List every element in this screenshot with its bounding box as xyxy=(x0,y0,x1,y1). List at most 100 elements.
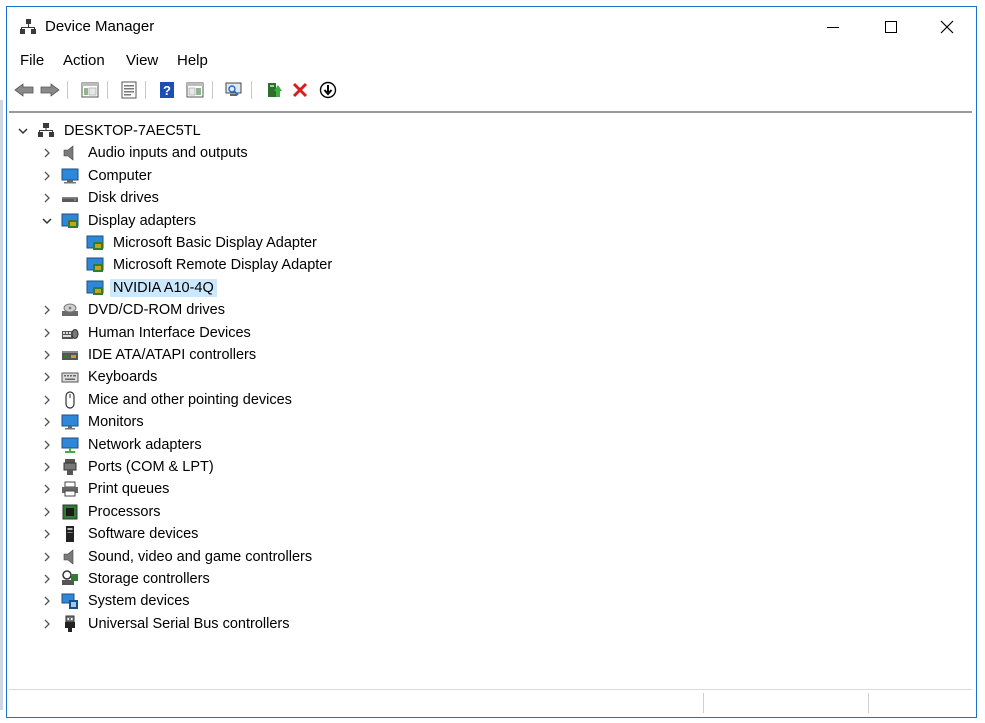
ide-controller-icon xyxy=(61,346,79,364)
tree-category-item[interactable]: Software devices xyxy=(41,523,201,545)
menu-help[interactable]: Help xyxy=(175,52,210,69)
tree-category-item[interactable]: Audio inputs and outputs xyxy=(41,142,251,164)
tree-item-label: Storage controllers xyxy=(88,571,210,587)
forward-button[interactable] xyxy=(39,79,61,101)
tree-category-item[interactable]: System devices xyxy=(41,590,193,612)
expand-chevron-icon[interactable] xyxy=(41,349,53,361)
expand-chevron-icon[interactable] xyxy=(41,147,53,159)
tree-item-label: Network adapters xyxy=(88,436,202,453)
tree-category-item[interactable]: Ports (COM & LPT) xyxy=(41,456,217,478)
toolbar-separator xyxy=(212,81,213,99)
maximize-button[interactable] xyxy=(863,7,919,47)
tree-category-item[interactable]: Disk drives xyxy=(41,187,162,209)
help-icon: ? xyxy=(160,82,174,98)
tree-item-label: Monitors xyxy=(88,414,144,431)
tree-item-label: Sound, video and game controllers xyxy=(88,548,313,565)
tree-item-label: Audio inputs and outputs xyxy=(88,145,248,162)
scan-hardware-changes-button[interactable] xyxy=(223,79,245,101)
tree-category-item[interactable]: IDE ATA/ATAPI controllers xyxy=(41,344,259,366)
minimize-button[interactable] xyxy=(805,7,861,47)
tree-device-item[interactable]: Microsoft Basic Display Adapter xyxy=(86,232,320,254)
help-button[interactable]: ? xyxy=(156,79,178,101)
tree-category-item[interactable]: Sound, video and game controllers xyxy=(41,546,315,568)
disk-drive-icon xyxy=(61,189,79,207)
expand-chevron-icon[interactable] xyxy=(41,439,53,451)
menu-view[interactable]: View xyxy=(124,52,160,69)
expand-chevron-icon[interactable] xyxy=(41,371,53,383)
back-button[interactable] xyxy=(13,79,35,101)
tree-root-item[interactable]: DESKTOP-7AEC5TL xyxy=(17,120,204,142)
tree-category-item[interactable]: Storage controllers xyxy=(41,568,213,590)
tree-category-item[interactable]: Processors xyxy=(41,501,164,523)
tree-category-item[interactable]: Mice and other pointing devices xyxy=(41,389,295,411)
expand-chevron-icon[interactable] xyxy=(41,461,53,473)
expand-chevron-icon[interactable] xyxy=(41,170,53,182)
title-bar[interactable]: Device Manager xyxy=(7,7,976,47)
back-icon xyxy=(14,83,34,97)
tree-category-item[interactable]: Print queues xyxy=(41,478,172,500)
expand-chevron-icon[interactable] xyxy=(41,192,53,204)
show-hide-console-tree-button[interactable] xyxy=(79,79,101,101)
menu-file[interactable]: File xyxy=(18,52,46,69)
forward-icon xyxy=(40,83,60,97)
tree-item-label: Human Interface Devices xyxy=(88,324,251,341)
tree-category-item[interactable]: Monitors xyxy=(41,411,147,433)
disable-device-button[interactable] xyxy=(317,79,339,101)
window-left-edge xyxy=(0,100,3,710)
tree-category-item[interactable]: Keyboards xyxy=(41,366,160,388)
expand-chevron-icon[interactable] xyxy=(41,483,53,495)
tree-category-item[interactable]: Computer xyxy=(41,165,155,187)
root-computer-icon xyxy=(37,122,55,140)
toolbar: ? xyxy=(7,77,976,105)
expand-chevron-icon[interactable] xyxy=(41,595,53,607)
expand-chevron-icon[interactable] xyxy=(41,573,53,585)
view-button[interactable] xyxy=(184,79,206,101)
expand-chevron-icon[interactable] xyxy=(41,416,53,428)
disable-device-icon xyxy=(319,81,337,99)
collapse-chevron-icon[interactable] xyxy=(41,215,53,227)
expand-chevron-icon[interactable] xyxy=(41,394,53,406)
expand-chevron-icon[interactable] xyxy=(41,327,53,339)
tree-item-label: Microsoft Basic Display Adapter xyxy=(113,235,317,251)
tree-item-label: IDE ATA/ATAPI controllers xyxy=(88,347,257,363)
tree-item-label: Mice and other pointing devices xyxy=(88,391,292,408)
menu-bar: File Action View Help xyxy=(7,49,976,73)
tree-category-item[interactable]: Human Interface Devices xyxy=(41,322,254,344)
close-icon xyxy=(940,20,954,34)
computer-icon xyxy=(61,167,79,185)
expand-chevron-icon[interactable] xyxy=(41,551,53,563)
tree-item-label: NVIDIA A10-4Q xyxy=(110,278,217,297)
svg-text:?: ? xyxy=(163,83,171,98)
tree-item-label: Display adapters xyxy=(88,212,196,229)
tree-device-item[interactable]: Microsoft Remote Display Adapter xyxy=(86,254,335,276)
tree-category-item[interactable]: Universal Serial Bus controllers xyxy=(41,613,292,635)
tree-category-item[interactable]: DVD/CD-ROM drives xyxy=(41,299,228,321)
expand-chevron-icon[interactable] xyxy=(41,528,53,540)
close-button[interactable] xyxy=(919,7,975,47)
update-driver-button[interactable] xyxy=(263,79,285,101)
printer-icon xyxy=(61,480,79,498)
tree-device-item[interactable]: NVIDIA A10-4Q xyxy=(86,277,217,299)
storage-controller-icon xyxy=(61,570,79,588)
collapse-chevron-icon[interactable] xyxy=(17,125,29,137)
system-device-icon xyxy=(61,592,79,610)
tree-category-item[interactable]: Network adapters xyxy=(41,434,205,456)
properties-button[interactable] xyxy=(118,79,140,101)
status-bar-cell xyxy=(703,693,869,713)
expand-chevron-icon[interactable] xyxy=(41,506,53,518)
uninstall-device-button[interactable] xyxy=(289,79,311,101)
toolbar-separator xyxy=(145,81,146,99)
expand-chevron-icon[interactable] xyxy=(41,618,53,630)
toolbar-separator xyxy=(107,81,108,99)
view-icon xyxy=(186,82,204,98)
properties-icon xyxy=(121,81,137,99)
uninstall-device-icon xyxy=(292,82,308,98)
display-adapter-icon xyxy=(61,212,79,230)
mouse-icon xyxy=(61,391,79,409)
status-bar-cell xyxy=(868,693,969,713)
device-tree[interactable]: DESKTOP-7AEC5TL Audio inputs and outputs C… xyxy=(9,111,972,685)
expand-chevron-icon[interactable] xyxy=(41,304,53,316)
toolbar-separator xyxy=(251,81,252,99)
tree-category-item[interactable]: Display adapters xyxy=(41,210,199,232)
menu-action[interactable]: Action xyxy=(61,52,107,69)
